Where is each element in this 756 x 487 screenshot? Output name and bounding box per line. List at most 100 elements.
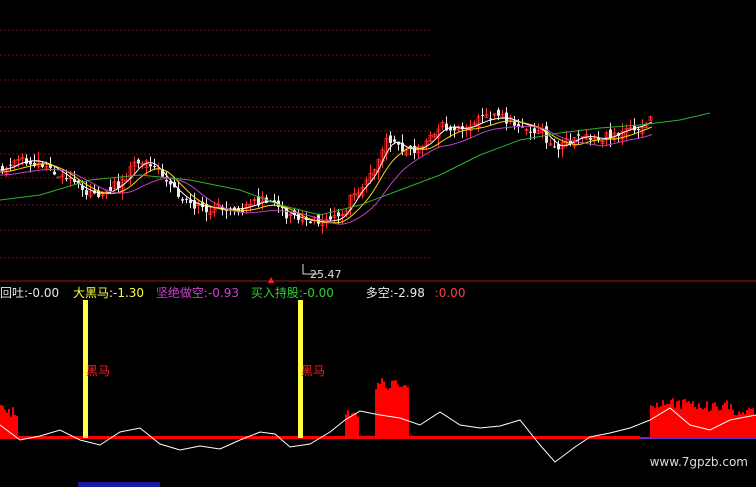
candle-body	[137, 159, 140, 164]
indicator-bar	[702, 409, 704, 438]
indicator-bar	[6, 412, 8, 438]
legend-item-mairu: 买入持股:-0.00	[251, 284, 334, 301]
moving-average-lines	[0, 112, 711, 225]
indicator-bar	[395, 380, 397, 438]
candle-body	[609, 129, 612, 139]
indicator-bar	[397, 384, 399, 438]
indicator-bar	[387, 389, 389, 438]
watermark: www.7gpzb.com	[649, 455, 748, 469]
candle-body	[56, 176, 61, 179]
indicator-bar	[0, 405, 2, 438]
candle-body	[309, 221, 312, 224]
indicator-bar	[726, 400, 728, 438]
candle-body	[637, 129, 640, 131]
legend-value: -2.98	[393, 286, 425, 300]
candle-body	[41, 164, 44, 167]
indicator-pane	[0, 300, 756, 463]
indicator-bar	[730, 404, 732, 438]
legend-item-duokong: 多空:-2.98	[366, 284, 425, 301]
legend-label: 多空:	[365, 286, 394, 300]
candle-body	[589, 138, 592, 140]
legend-value: -0.93	[207, 286, 239, 300]
candle-body	[577, 134, 580, 136]
indicator-bar	[399, 386, 401, 438]
candle-body	[9, 164, 12, 166]
indicator-bar	[670, 400, 672, 438]
indicator-bar	[353, 412, 355, 438]
candle-body	[65, 178, 68, 180]
legend-item-jianjue: 坚绝做空:-0.93	[156, 284, 239, 301]
indicator-bar	[676, 401, 678, 438]
candle-body	[165, 180, 168, 182]
candle-body	[481, 114, 484, 116]
candle-body	[337, 212, 340, 217]
low-price-label: 25.47	[310, 268, 342, 281]
candle-body	[489, 118, 492, 120]
indicator-bar	[405, 385, 407, 438]
indicator-bar	[377, 382, 379, 438]
indicator-bar	[347, 410, 349, 438]
legend-value: -0.00	[302, 286, 334, 300]
indicator-bar	[680, 408, 682, 438]
indicator-bar	[660, 406, 662, 438]
legend-item-extra: :0.00	[435, 286, 466, 300]
indicator-bar	[686, 402, 688, 438]
indicator-bar	[12, 407, 14, 438]
indicator-bar	[351, 413, 353, 438]
indicator-bar	[692, 401, 694, 438]
indicator-bar	[672, 398, 674, 438]
indicator-bar	[662, 400, 664, 438]
signal-label-1: 黑马	[86, 364, 111, 378]
indicator-bar	[379, 383, 381, 438]
indicator-bar	[696, 408, 698, 438]
indicator-bar	[698, 403, 700, 438]
candle-body	[329, 216, 332, 220]
legend-label: 大黑马:	[72, 286, 113, 300]
candle-body	[529, 131, 532, 133]
indicator-bar	[4, 409, 6, 438]
indicator-bar	[746, 409, 748, 438]
indicator-bar	[684, 398, 686, 438]
indicator-bar	[355, 413, 357, 438]
indicator-bar	[403, 385, 405, 438]
indicator-bar	[407, 387, 409, 438]
indicator-bar	[16, 416, 18, 438]
indicator-bar	[10, 416, 12, 438]
legend-label: 回吐:	[0, 286, 29, 300]
indicator-bar	[349, 415, 351, 438]
indicator-bar	[393, 380, 395, 438]
indicator-bar	[700, 410, 702, 438]
indicator-bar	[664, 404, 666, 438]
indicator-bar	[718, 410, 720, 438]
indicator-bar	[714, 402, 716, 438]
indicator-bar	[8, 408, 10, 438]
candle-body	[389, 135, 392, 143]
indicator-bar	[738, 411, 740, 438]
indicator-bar	[391, 380, 393, 438]
indicator-bar	[375, 388, 377, 438]
indicator-bar	[722, 404, 724, 438]
candle-body	[497, 109, 500, 116]
marker-dot: ▲	[268, 275, 275, 284]
indicator-bar	[742, 412, 744, 438]
ma-line-yellow	[0, 120, 653, 224]
indicator-bar	[2, 405, 4, 438]
indicator-bar	[716, 406, 718, 438]
indicator-bar	[704, 408, 706, 438]
indicator-bar	[357, 416, 359, 438]
legend-item-daheima: 大黑马:-1.30	[73, 284, 144, 301]
bottom-strip	[78, 482, 160, 487]
indicator-bar	[690, 403, 692, 438]
stock-chart-canvas: ▲	[0, 29, 756, 463]
legend-label: 买入持股:	[250, 286, 303, 300]
candle-body	[181, 199, 184, 201]
legend-value: -1.30	[112, 286, 145, 300]
candle-body	[25, 158, 28, 164]
price-grid	[0, 29, 430, 259]
indicator-bar	[389, 387, 391, 438]
candle-body	[149, 164, 152, 167]
indicator-bar	[706, 401, 708, 438]
indicator-bar	[345, 414, 347, 438]
indicator-bar	[656, 402, 658, 438]
indicator-bar	[678, 400, 680, 438]
